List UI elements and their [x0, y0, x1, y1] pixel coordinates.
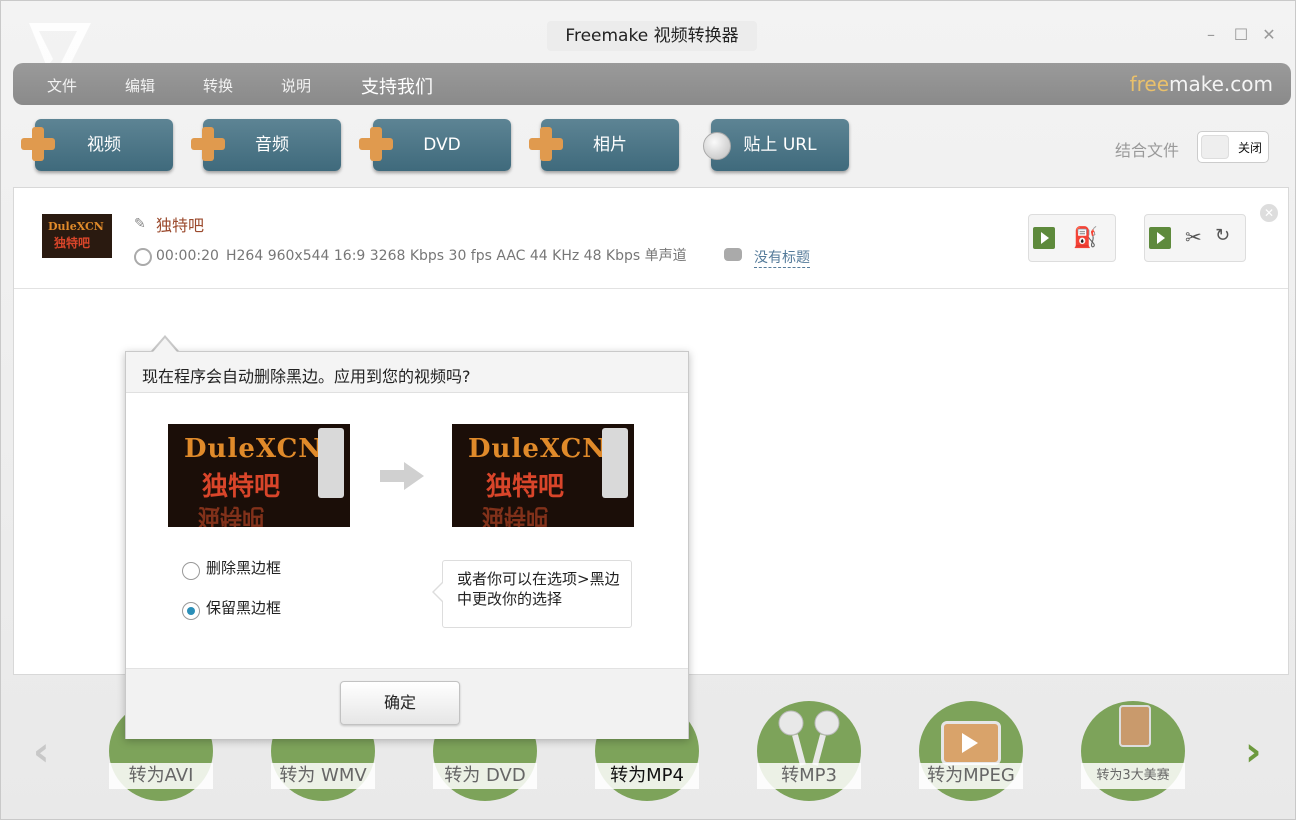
convert-devices-label: 转为3大美赛: [1081, 763, 1185, 789]
file-duration: 00:00:20: [156, 248, 219, 264]
scroll-left-arrow-icon[interactable]: ‹: [33, 729, 49, 775]
subtitle-icon: [724, 248, 742, 261]
paste-url-button[interactable]: 贴上 URL: [711, 119, 849, 171]
preview-art-reflection: 独特吧: [482, 503, 549, 527]
convert-mpeg-label: 转为MPEG: [919, 763, 1023, 789]
plus-icon: [21, 127, 55, 161]
hint-pointer-fill: [434, 583, 443, 601]
toggle-knob: [1201, 135, 1229, 159]
minimize-button[interactable]: –: [1201, 25, 1221, 45]
close-button[interactable]: ✕: [1259, 25, 1279, 45]
plus-icon: [191, 127, 225, 161]
menu-file[interactable]: 文件: [47, 75, 77, 96]
play-icon: [962, 733, 978, 753]
file-name[interactable]: 独特吧: [156, 212, 204, 236]
preview-side-panel: [318, 428, 344, 498]
convert-mp3-label: 转MP3: [757, 763, 861, 789]
remove-bars-label[interactable]: 删除黑边框: [206, 557, 281, 578]
app-window: Freemake 视频转换器 – ☐ ✕ 文件 编辑 转换 说明 支持我们 fr…: [0, 0, 1296, 820]
play-icon: [1033, 227, 1055, 249]
convert-wmv-label: 转为 WMV: [271, 763, 375, 789]
play-icon: [1149, 227, 1171, 249]
thumb-title: DuleXCN: [48, 220, 104, 233]
preview-art-title: DuleXCN: [184, 434, 324, 464]
preview-side-panel: [602, 428, 628, 498]
menu-support[interactable]: 支持我们: [361, 73, 433, 99]
convert-mp4-label: 转为MP4: [595, 763, 699, 789]
add-dvd-button[interactable]: DVD: [373, 119, 511, 171]
file-specs: H264 960x544 16:9 3268 Kbps 30 fps AAC 4…: [226, 248, 687, 264]
remove-file-icon[interactable]: ✕: [1260, 204, 1278, 222]
plus-icon: [529, 127, 563, 161]
preview-art-reflection: 独特吧: [198, 503, 265, 527]
file-row[interactable]: DuleXCN 独特吧 ✎ 独特吧 00:00:20 H264 960x544 …: [14, 188, 1288, 289]
edit-action[interactable]: ✂ ↻: [1144, 214, 1246, 262]
scissors-icon: ✂: [1185, 225, 1202, 249]
convert-devices-button[interactable]: 转为3大美赛: [1081, 701, 1185, 805]
keep-bars-radio[interactable]: [182, 602, 200, 620]
maximize-button[interactable]: ☐: [1231, 25, 1251, 45]
convert-avi-label: 转为AVI: [109, 763, 213, 789]
effects-action[interactable]: ⛽: [1028, 214, 1116, 262]
menu-convert[interactable]: 转换: [203, 75, 233, 96]
watermark-icon: ⛽: [1073, 225, 1098, 249]
clock-icon: [134, 248, 152, 266]
preview-before: DuleXCN 独特吧 独特吧: [168, 424, 350, 527]
rotate-icon: ↻: [1215, 225, 1231, 246]
dialog-footer: 确定: [126, 668, 688, 739]
keep-bars-label[interactable]: 保留黑边框: [206, 597, 281, 618]
scroll-right-arrow-icon[interactable]: ›: [1245, 729, 1261, 775]
ok-button[interactable]: 确定: [340, 681, 460, 725]
subtitle-dropdown[interactable]: 没有标题: [754, 247, 810, 268]
preview-after: DuleXCN 独特吧 独特吧: [452, 424, 634, 527]
menu-help[interactable]: 说明: [281, 75, 311, 96]
join-files-label: 结合文件: [1115, 141, 1180, 160]
join-files-toggle[interactable]: 关闭: [1197, 131, 1269, 163]
brand-link[interactable]: freemake.com: [1130, 72, 1273, 96]
video-thumbnail: DuleXCN 独特吧: [42, 214, 112, 258]
dialog-pointer-fill: [153, 338, 177, 352]
toggle-state: 关闭: [1238, 141, 1263, 155]
convert-mpeg-button[interactable]: 转为MPEG: [919, 701, 1023, 805]
thumb-subtitle: 独特吧: [54, 236, 91, 250]
remove-bars-radio[interactable]: [182, 562, 200, 580]
convert-mp3-button[interactable]: 转MP3: [757, 701, 861, 805]
edit-name-icon[interactable]: ✎: [134, 216, 146, 232]
brand-rest: make.com: [1169, 72, 1273, 96]
menu-bar: 文件 编辑 转换 说明 支持我们 freemake.com: [13, 63, 1291, 105]
player-icon: [1119, 705, 1151, 747]
convert-dvd-label: 转为 DVD: [433, 763, 537, 789]
globe-icon: [703, 132, 731, 160]
black-bars-dialog: 现在程序会自动删除黑边。应用到您的视频吗? DuleXCN 独特吧 独特吧 Du…: [125, 351, 689, 739]
preview-art-subtitle: 独特吧: [202, 472, 281, 502]
hint-text: 或者你可以在选项>黑边中更改你的选择: [457, 570, 620, 608]
preview-art-title: DuleXCN: [468, 434, 608, 464]
preview-art-subtitle: 独特吧: [486, 472, 565, 502]
tv-screen: [941, 721, 1001, 765]
window-title: Freemake 视频转换器: [547, 21, 757, 51]
dialog-header: 现在程序会自动删除黑边。应用到您的视频吗?: [126, 352, 688, 393]
hint-tooltip: 或者你可以在选项>黑边中更改你的选择: [442, 560, 632, 628]
dialog-title: 现在程序会自动删除黑边。应用到您的视频吗?: [142, 367, 471, 386]
plus-icon: [359, 127, 393, 161]
add-video-button[interactable]: 视频: [35, 119, 173, 171]
arrow-right-icon: [380, 462, 424, 490]
earbuds-icon: [778, 710, 840, 766]
brand-free: free: [1129, 72, 1170, 96]
menu-edit[interactable]: 编辑: [125, 75, 155, 96]
